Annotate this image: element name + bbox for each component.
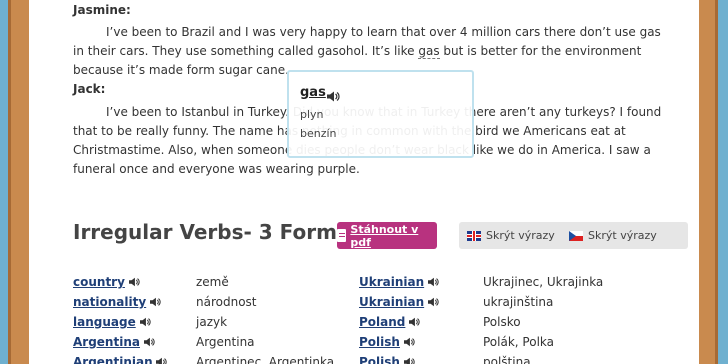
vocab-translation: Ukrajinec, Ukrajinka [483,275,604,289]
speaker-icon[interactable] [403,356,415,364]
speaker-icon[interactable] [409,316,420,330]
hide-expressions-group: Skrýt výrazy Skrýt výrazy [459,222,688,249]
translation-popup: gas plyn benzín [287,70,474,158]
pdf-button-label: Stáhnout v pdf [350,222,419,249]
hide-czech-label: Skrýt výrazy [588,229,657,242]
vocab-term: Ukrainian [359,295,439,310]
vocab-term: Argentina [73,335,155,350]
vocab-term-link[interactable]: Argentina [73,335,140,349]
speaker-icon[interactable] [128,276,140,290]
vocab-term: Polish [359,335,415,350]
czech-flag-icon [569,230,583,241]
speaker-icon[interactable] [156,356,168,364]
speaker-icon[interactable] [403,336,415,350]
pdf-icon [337,229,347,242]
vocab-translation: Polsko [483,315,521,329]
vocab-translation: národnost [196,295,257,309]
speaker-icon[interactable] [427,296,439,310]
vocab-term: Argentinian [73,355,168,364]
translation-2: benzín [300,127,337,140]
vocab-term-link[interactable]: Ukrainian [359,295,424,309]
uk-flag-icon [467,230,481,241]
vocab-translation: Argentinec, Argentinka [196,355,335,364]
vocab-term: country [73,275,140,290]
vocab-translation: ukrajinština [483,295,554,309]
speaker-jasmine: Jasmine: [73,3,131,17]
speaker-icon[interactable] [139,316,151,330]
vocab-term-link[interactable]: country [73,275,125,289]
vocab-term: Poland [359,315,420,330]
vocab-term: Ukrainian [359,275,439,290]
speaker-jack: Jack: [73,82,106,96]
vocab-translation: Polák, Polka [483,335,554,349]
download-pdf-button[interactable]: Stáhnout v pdf [337,222,437,249]
vocab-term-link[interactable]: Argentinian [73,355,153,364]
hide-english-label: Skrýt výrazy [486,229,555,242]
vocab-translation: Argentina [196,335,255,349]
hide-english-button[interactable]: Skrýt výrazy [467,222,555,249]
vocab-term-link[interactable]: Polish [359,355,400,364]
speaker-icon[interactable] [150,296,161,310]
vocab-term-link[interactable]: Polish [359,335,400,349]
popup-word: gas [300,85,326,100]
speaker-icon[interactable] [427,276,439,290]
vocab-translation: polština [483,355,531,364]
word-gas-link[interactable]: gas [418,44,440,59]
vocab-term-link[interactable]: Poland [359,315,405,329]
vocab-term-link[interactable]: nationality [73,295,146,309]
section-title: Irregular Verbs- 3 Forms [73,220,349,244]
content-page: Jasmine: I’ve been to Brazil and I was v… [29,0,699,364]
speaker-icon[interactable] [143,336,155,350]
vocab-translation: země [196,275,229,289]
vocab-term-link[interactable]: Ukrainian [359,275,424,289]
vocab-term: language [73,315,151,330]
translation-1: plyn [300,108,324,121]
vocab-translation: jazyk [196,315,228,329]
hide-czech-button[interactable]: Skrýt výrazy [569,222,657,249]
vocab-term-link[interactable]: language [73,315,136,329]
vocab-term: Polish [359,355,415,364]
vocab-term: nationality [73,295,161,310]
speaker-icon[interactable] [327,87,340,106]
